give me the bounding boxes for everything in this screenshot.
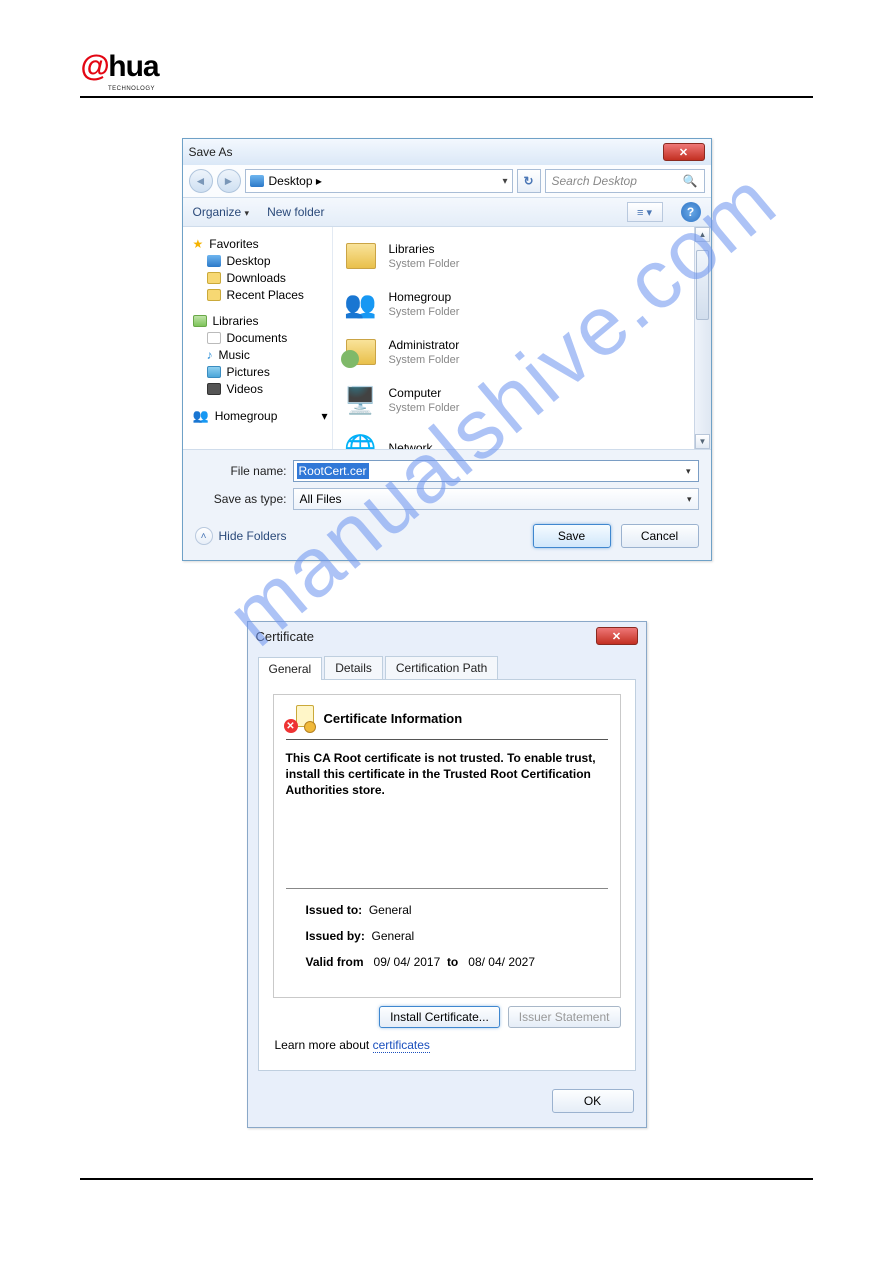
libraries-icon xyxy=(193,315,207,327)
view-button[interactable]: ≡ ▾ xyxy=(627,202,663,222)
certificate-dialog: Certificate ✕ General Details Certificat… xyxy=(247,621,647,1128)
desktop-icon xyxy=(250,175,264,187)
list-item[interactable]: 🌐 Network xyxy=(343,431,701,449)
close-icon[interactable]: ✕ xyxy=(596,627,638,645)
saveastype-label: Save as type: xyxy=(195,492,293,506)
save-as-dialog: Save As ✕ ◄ ► Desktop ▸ ▾ ↻ Search Deskt… xyxy=(182,138,712,561)
divider xyxy=(286,739,608,740)
nav-bar: ◄ ► Desktop ▸ ▾ ↻ Search Desktop 🔍 xyxy=(183,165,711,197)
new-folder-button[interactable]: New folder xyxy=(267,205,324,219)
list-item[interactable]: AdministratorSystem Folder xyxy=(343,335,701,369)
certificate-titlebar: Certificate ✕ xyxy=(248,622,646,650)
search-input[interactable]: Search Desktop 🔍 xyxy=(545,169,705,193)
folder-icon xyxy=(207,272,221,284)
issued-by-row: Issued by: General xyxy=(306,929,608,943)
refresh-icon[interactable]: ↻ xyxy=(517,169,541,193)
homegroup-icon: 👥 xyxy=(193,408,209,424)
issued-to-row: Issued to: General xyxy=(306,903,608,917)
issuer-statement-button: Issuer Statement xyxy=(508,1006,621,1028)
scroll-up-icon[interactable]: ▲ xyxy=(695,227,710,242)
filename-label: File name: xyxy=(195,464,293,478)
save-form: File name: RootCert.cer ▾ Save as type: … xyxy=(183,449,711,560)
chevron-down-icon[interactable]: ▾ xyxy=(502,176,507,187)
divider xyxy=(286,888,608,889)
desktop-icon xyxy=(207,255,221,267)
help-icon[interactable]: ? xyxy=(681,202,701,222)
bottom-rule xyxy=(80,1178,813,1180)
chevron-down-icon[interactable]: ▾ xyxy=(686,466,695,477)
top-rule xyxy=(80,96,813,98)
music-icon: ♪ xyxy=(207,348,213,362)
network-icon: 🌐 xyxy=(343,431,379,449)
install-certificate-button[interactable]: Install Certificate... xyxy=(379,1006,500,1028)
breadcrumb-text: Desktop ▸ xyxy=(269,174,322,188)
sidebar-item-music[interactable]: ♪Music xyxy=(207,348,328,362)
homegroup-icon: 👥 xyxy=(343,287,379,321)
valid-from-row: Valid from 09/ 04/ 2017 to 08/ 04/ 2027 xyxy=(306,955,608,969)
certificate-title: Certificate xyxy=(256,629,315,644)
sidebar-homegroup[interactable]: 👥Homegroup ▾ xyxy=(193,408,328,424)
hide-folders-button[interactable]: ˄ Hide Folders xyxy=(195,527,287,545)
chevron-up-icon: ˄ xyxy=(195,527,213,545)
learn-more: Learn more about certificates xyxy=(275,1038,621,1052)
tab-certification-path[interactable]: Certification Path xyxy=(385,656,498,679)
star-icon: ★ xyxy=(193,237,204,251)
saveastype-combo[interactable]: All Files ▾ xyxy=(293,488,699,510)
list-item[interactable]: LibrariesSystem Folder xyxy=(343,239,701,273)
list-item[interactable]: 🖥️ ComputerSystem Folder xyxy=(343,383,701,417)
videos-icon xyxy=(207,383,221,395)
user-icon xyxy=(343,335,379,369)
cert-message: This CA Root certificate is not trusted.… xyxy=(286,750,608,798)
sidebar-favorites[interactable]: ★Favorites xyxy=(193,237,328,251)
certificate-icon: ✕ xyxy=(286,705,314,731)
sidebar-item-recent[interactable]: Recent Places xyxy=(207,288,328,302)
file-list: LibrariesSystem Folder 👥 HomegroupSystem… xyxy=(333,227,711,449)
saveastype-value: All Files xyxy=(300,492,342,506)
folder-icon xyxy=(207,289,221,301)
cert-tab-body: ✕ Certificate Information This CA Root c… xyxy=(258,679,636,1071)
sidebar: ★Favorites Desktop Downloads Recent Plac… xyxy=(183,227,333,449)
cert-heading: Certificate Information xyxy=(324,711,463,726)
chevron-down-icon[interactable]: ▾ xyxy=(687,494,692,505)
search-icon: 🔍 xyxy=(683,174,698,188)
scrollbar[interactable]: ▲ ▼ xyxy=(694,227,711,449)
scroll-down-icon[interactable]: ▼ xyxy=(695,434,710,449)
sidebar-item-downloads[interactable]: Downloads xyxy=(207,271,328,285)
sidebar-item-documents[interactable]: Documents xyxy=(207,331,328,345)
organize-button[interactable]: Organize ▾ xyxy=(193,205,250,219)
close-icon[interactable]: ✕ xyxy=(663,143,705,161)
breadcrumb[interactable]: Desktop ▸ ▾ xyxy=(245,169,513,193)
sidebar-item-pictures[interactable]: Pictures xyxy=(207,365,328,379)
back-icon[interactable]: ◄ xyxy=(189,169,213,193)
libraries-icon xyxy=(343,239,379,273)
cancel-button[interactable]: Cancel xyxy=(621,524,699,548)
search-placeholder: Search Desktop xyxy=(552,174,637,188)
logo-subtext: TECHNOLOGY xyxy=(108,86,813,92)
dahua-logo: @hua xyxy=(80,50,813,84)
tab-details[interactable]: Details xyxy=(324,656,383,679)
filename-value: RootCert.cer xyxy=(297,463,369,479)
list-item[interactable]: 👥 HomegroupSystem Folder xyxy=(343,287,701,321)
cert-info-panel: ✕ Certificate Information This CA Root c… xyxy=(273,694,621,998)
certificates-link[interactable]: certificates xyxy=(373,1038,430,1053)
filename-input[interactable]: RootCert.cer ▾ xyxy=(293,460,699,482)
tab-general[interactable]: General xyxy=(258,657,323,680)
save-as-title: Save As xyxy=(189,145,663,159)
cert-tabs: General Details Certification Path xyxy=(258,656,636,679)
file-browser: ★Favorites Desktop Downloads Recent Plac… xyxy=(183,227,711,449)
sidebar-libraries[interactable]: Libraries xyxy=(193,314,328,328)
sidebar-item-videos[interactable]: Videos xyxy=(207,382,328,396)
save-button[interactable]: Save xyxy=(533,524,611,548)
computer-icon: 🖥️ xyxy=(343,383,379,417)
scrollbar-thumb[interactable] xyxy=(696,250,709,320)
save-as-titlebar: Save As ✕ xyxy=(183,139,711,165)
toolbar: Organize ▾ New folder ≡ ▾ ? xyxy=(183,197,711,227)
ok-button[interactable]: OK xyxy=(552,1089,634,1113)
sidebar-item-desktop[interactable]: Desktop xyxy=(207,254,328,268)
document-icon xyxy=(207,332,221,344)
forward-icon[interactable]: ► xyxy=(217,169,241,193)
pictures-icon xyxy=(207,366,221,378)
